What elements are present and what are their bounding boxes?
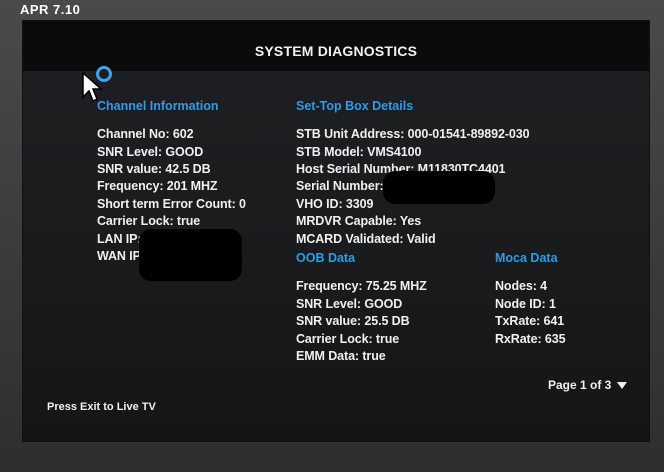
chevron-down-icon [617, 382, 628, 390]
page-indicator[interactable]: Page 1 of 3 [548, 378, 628, 392]
diagnostics-screen: SYSTEM DIAGNOSTICS Channel Information C… [22, 20, 650, 442]
snr-value: SNR value: 42.5 DB [97, 162, 211, 176]
oob-snr-value: SNR value: 25.5 DB [296, 314, 410, 328]
channel-information-heading: Channel Information [97, 99, 219, 113]
stb-details-heading: Set-Top Box Details [296, 99, 414, 113]
oob-data-heading: OOB Data [296, 251, 356, 265]
redaction-box [383, 171, 495, 204]
short-term-error-count: Short term Error Count: 0 [97, 197, 246, 211]
page-title: SYSTEM DIAGNOSTICS [254, 43, 418, 59]
page-indicator-label: Page 1 of 3 [548, 378, 612, 392]
oob-frequency: Frequency: 75.25 MHZ [296, 279, 427, 293]
moca-nodes: Nodes: 4 [495, 279, 547, 293]
moca-txrate: TxRate: 641 [495, 314, 565, 328]
exit-hint: Press Exit to Live TV [47, 401, 156, 413]
title-bar: SYSTEM DIAGNOSTICS [23, 21, 649, 71]
moca-rxrate: RxRate: 635 [495, 332, 566, 346]
vho-id: VHO ID: 3309 [296, 197, 374, 211]
serial-number: Serial Number: [296, 179, 384, 193]
stb-model: STB Model: VMS4100 [296, 145, 422, 159]
mrdvr-capable: MRDVR Capable: Yes [296, 214, 422, 228]
oob-carrier-lock: Carrier Lock: true [296, 332, 400, 346]
wan-ip: WAN IP: [97, 249, 145, 263]
moca-node-id: Node ID: 1 [495, 297, 556, 311]
top-label: APR 7.10 [20, 2, 81, 17]
tv-frame: APR 7.10 SYSTEM DIAGNOSTICS Channel Info… [0, 0, 664, 472]
channel-number: Channel No: 602 [97, 127, 194, 141]
carrier-lock: Carrier Lock: true [97, 214, 201, 228]
oob-snr-level: SNR Level: GOOD [296, 297, 403, 311]
frequency: Frequency: 201 MHZ [97, 179, 218, 193]
redaction-box [139, 229, 242, 281]
stb-unit-address: STB Unit Address: 000-01541-89892-030 [296, 127, 530, 141]
snr-level: SNR Level: GOOD [97, 145, 204, 159]
lan-ip: LAN IP: [97, 232, 142, 246]
moca-data-heading: Moca Data [495, 251, 558, 265]
emm-data: EMM Data: true [296, 349, 386, 363]
mcard-validated: MCARD Validated: Valid [296, 232, 436, 246]
